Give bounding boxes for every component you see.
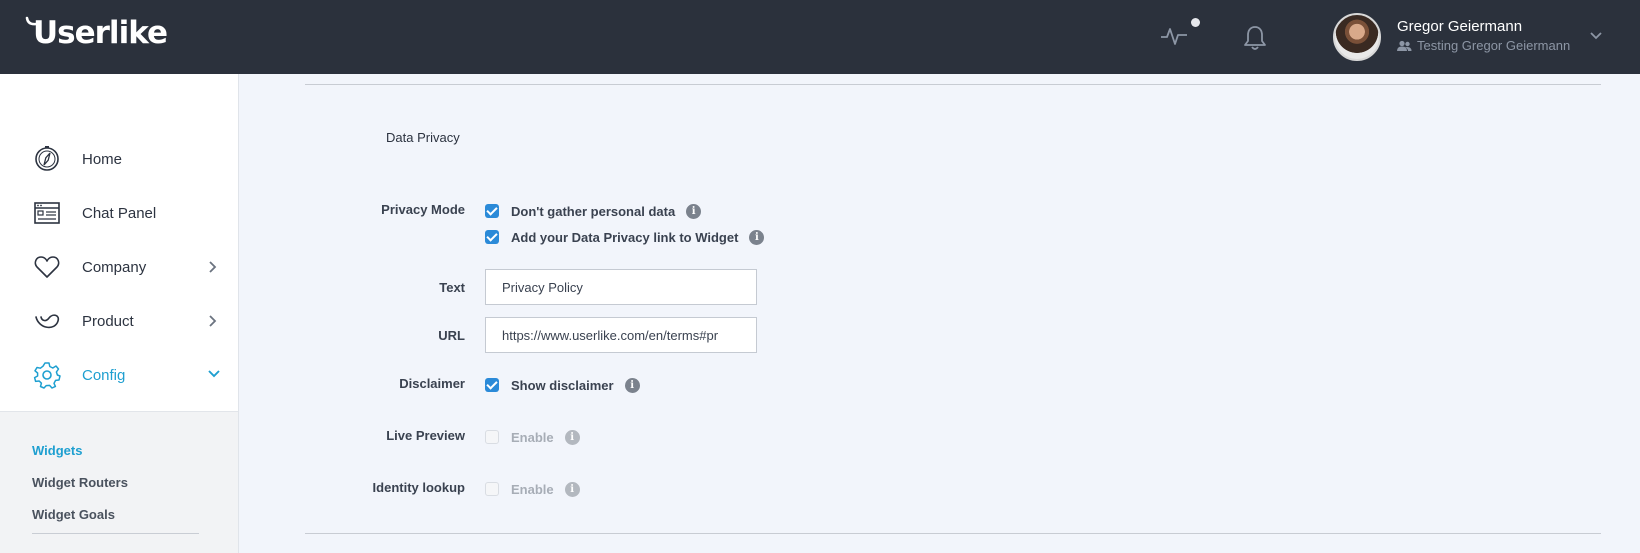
user-group-icon	[1397, 40, 1412, 51]
sidebar-item-home[interactable]: Home	[0, 134, 239, 184]
bell-icon[interactable]	[1241, 24, 1269, 52]
subnav-item-widget-routers[interactable]: Widget Routers	[32, 475, 128, 490]
sidebar-item-label: Chat Panel	[82, 204, 157, 222]
sidebar-item-label: Config	[82, 366, 126, 384]
show-disclaimer-checkbox[interactable]	[485, 378, 499, 392]
user-name: Gregor Geiermann	[1397, 18, 1523, 35]
url-label: URL	[438, 328, 465, 343]
section-divider-bottom	[305, 533, 1601, 534]
info-icon[interactable]: i	[564, 429, 580, 445]
sidebar: Home Chat Panel Company Product Config W…	[0, 74, 239, 553]
chevron-right-icon	[209, 261, 217, 273]
checkbox-label: Enable	[511, 429, 554, 445]
sidebar-item-label: Company	[82, 258, 147, 276]
chevron-right-icon	[209, 315, 217, 327]
subnav-divider	[32, 533, 199, 534]
dont-gather-checkbox[interactable]	[485, 204, 499, 218]
sidebar-item-label: Home	[82, 150, 123, 168]
sidebar-item-chat-panel[interactable]: Chat Panel	[0, 188, 239, 238]
live-preview-option: Enable i	[485, 428, 580, 446]
section-divider-top	[305, 84, 1601, 85]
checkbox-label: Enable	[511, 481, 554, 497]
sidebar-item-product[interactable]: Product	[0, 296, 239, 346]
chevron-down-icon[interactable]	[1589, 31, 1603, 41]
gear-icon	[33, 362, 61, 389]
section-title: Data Privacy	[386, 130, 460, 145]
sidebar-item-config[interactable]: Config	[0, 350, 239, 400]
avatar[interactable]	[1333, 13, 1381, 61]
user-subtitle: Testing Gregor Geiermann	[1397, 38, 1570, 53]
privacy-option-dont-gather: Don't gather personal data i	[485, 202, 702, 220]
identity-lookup-label: Identity lookup	[372, 480, 465, 495]
chat-panel-icon	[34, 202, 60, 224]
chevron-down-icon	[208, 370, 220, 378]
sidebar-item-label: Product	[82, 312, 134, 330]
identity-lookup-checkbox[interactable]	[485, 482, 499, 496]
subnav-item-widget-goals[interactable]: Widget Goals	[32, 507, 115, 522]
heart-icon	[34, 256, 60, 278]
checkbox-label: Don't gather personal data	[511, 203, 676, 219]
info-icon[interactable]: i	[686, 203, 702, 219]
info-icon[interactable]: i	[624, 377, 640, 393]
top-bar: Userlike Gregor Geiermann Testing Gregor…	[0, 0, 1640, 74]
subnav-item-widgets[interactable]: Widgets	[32, 443, 82, 458]
info-icon[interactable]: i	[564, 481, 580, 497]
live-preview-label: Live Preview	[386, 428, 465, 443]
sidebar-item-company[interactable]: Company	[0, 242, 239, 292]
checkbox-label: Show disclaimer	[511, 377, 614, 393]
checkbox-label: Add your Data Privacy link to Widget	[511, 229, 739, 245]
config-subnav: Widgets Widget Routers Widget Goals	[0, 411, 238, 553]
logo-text: Userlike	[33, 15, 168, 51]
identity-lookup-option: Enable i	[485, 480, 580, 498]
add-privacy-link-checkbox[interactable]	[485, 230, 499, 244]
disclaimer-label: Disclaimer	[399, 376, 465, 391]
text-label: Text	[439, 280, 465, 295]
privacy-option-add-link: Add your Data Privacy link to Widget i	[485, 228, 765, 246]
privacy-text-input[interactable]	[485, 269, 757, 305]
product-icon	[35, 314, 60, 329]
live-preview-checkbox[interactable]	[485, 430, 499, 444]
disclaimer-option: Show disclaimer i	[485, 376, 640, 394]
privacy-mode-label: Privacy Mode	[381, 202, 465, 217]
info-icon[interactable]: i	[749, 229, 765, 245]
user-subtitle-text: Testing Gregor Geiermann	[1417, 38, 1571, 53]
compass-icon	[35, 146, 59, 171]
activity-notification-dot	[1191, 18, 1200, 27]
privacy-url-input[interactable]	[485, 317, 757, 353]
activity-icon[interactable]	[1160, 24, 1188, 48]
